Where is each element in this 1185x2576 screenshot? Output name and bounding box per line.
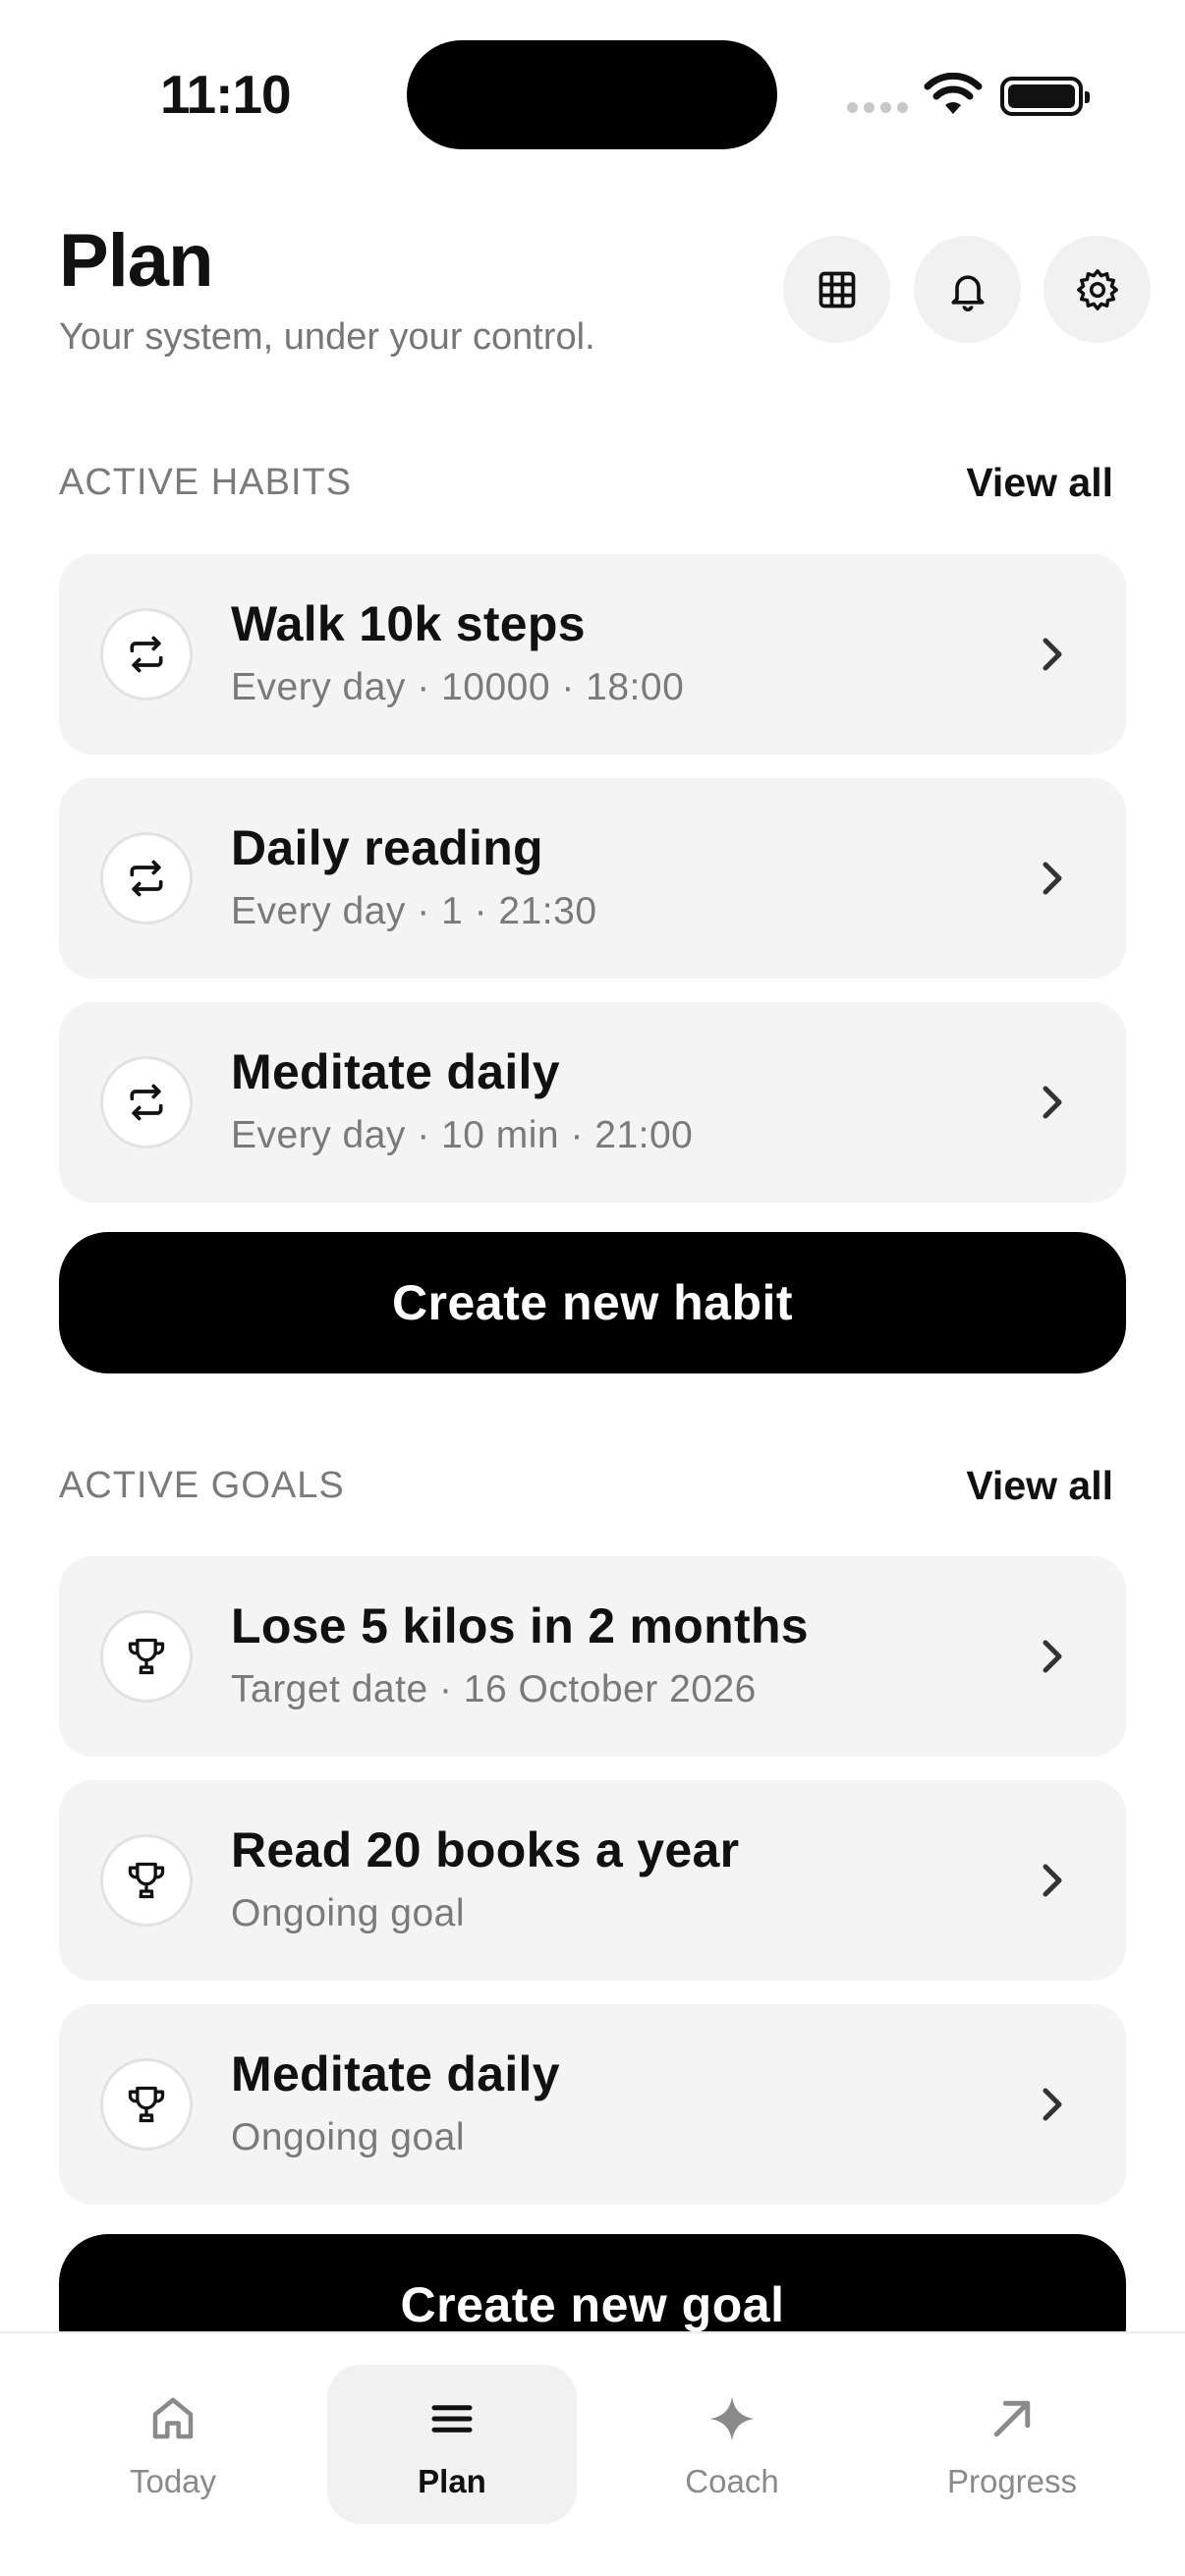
goals-view-all-link[interactable]: View all — [966, 1463, 1113, 1509]
settings-button[interactable] — [1044, 236, 1151, 343]
habit-title: Meditate daily — [231, 1044, 560, 1099]
tab-label: Coach — [685, 2463, 779, 2499]
tab-coach[interactable]: Coach — [607, 2365, 857, 2524]
habit-title: Daily reading — [231, 820, 543, 875]
habit-card[interactable]: Daily reading Every day · 1 · 21:30 — [59, 778, 1126, 979]
wifi-icon — [924, 73, 983, 114]
chevron-right-icon — [1043, 862, 1062, 895]
goal-title: Read 20 books a year — [231, 1822, 740, 1877]
goal-card[interactable]: Read 20 books a year Ongoing goal — [59, 1780, 1126, 1981]
create-habit-button[interactable]: Create new habit — [59, 1232, 1126, 1373]
habit-card[interactable]: Walk 10k steps Every day · 10000 · 18:00 — [59, 554, 1126, 755]
repeat-icon — [100, 832, 193, 924]
tab-label: Today — [129, 2463, 217, 2499]
goals-section-title: ACTIVE GOALS — [59, 1465, 345, 1506]
goal-card[interactable]: Meditate daily Ongoing goal — [59, 2004, 1126, 2205]
habits-section-title: ACTIVE HABITS — [59, 462, 353, 503]
tab-progress[interactable]: Progress — [887, 2365, 1137, 2524]
cellular-signal-icon — [847, 102, 908, 113]
chevron-right-icon — [1043, 2088, 1062, 2121]
habit-schedule: Every day · 10000 · 18:00 — [231, 666, 685, 708]
notifications-button[interactable] — [914, 236, 1021, 343]
goal-detail: Target date · 16 October 2026 — [231, 1668, 757, 1710]
habits-view-all-link[interactable]: View all — [966, 460, 1113, 506]
chevron-right-icon — [1043, 638, 1062, 671]
habit-schedule: Every day · 10 min · 21:00 — [231, 1114, 694, 1156]
chevron-right-icon — [1043, 1640, 1062, 1673]
goal-title: Meditate daily — [231, 2046, 560, 2101]
bell-icon — [951, 274, 984, 311]
plan-screen: 11:10 Plan Your system, under your contr… — [0, 0, 1185, 2576]
battery-icon — [1000, 77, 1090, 116]
home-icon — [152, 2397, 194, 2439]
repeat-icon — [100, 1056, 193, 1148]
tab-plan[interactable]: Plan — [327, 2365, 577, 2524]
chevron-right-icon — [1043, 1086, 1062, 1119]
tab-label: Plan — [418, 2463, 486, 2499]
goal-title: Lose 5 kilos in 2 months — [231, 1598, 809, 1653]
tab-bar: Today Plan Coach Progress — [0, 2331, 1185, 2576]
tab-label: Progress — [946, 2463, 1078, 2499]
menu-icon — [431, 2405, 473, 2433]
page-subtitle: Your system, under your control. — [59, 316, 595, 358]
grid-button[interactable] — [783, 236, 890, 343]
trophy-icon — [100, 1834, 193, 1927]
repeat-icon — [100, 608, 193, 700]
dynamic-island — [407, 40, 777, 149]
grid-icon — [818, 271, 855, 308]
chevron-right-icon — [1043, 1864, 1062, 1897]
gear-icon — [1076, 268, 1118, 310]
habit-schedule: Every day · 1 · 21:30 — [231, 890, 597, 932]
sparkle-icon — [709, 2396, 755, 2441]
trophy-icon — [100, 2058, 193, 2151]
goal-detail: Ongoing goal — [231, 2116, 466, 2158]
trophy-icon — [100, 1610, 193, 1703]
goal-card[interactable]: Lose 5 kilos in 2 months Target date · 1… — [59, 1556, 1126, 1757]
tab-today[interactable]: Today — [48, 2365, 298, 2524]
arrow-up-right-icon — [993, 2400, 1031, 2437]
habit-title: Walk 10k steps — [231, 596, 586, 651]
habit-card[interactable]: Meditate daily Every day · 10 min · 21:0… — [59, 1002, 1126, 1203]
goal-detail: Ongoing goal — [231, 1892, 466, 1934]
page-title: Plan — [59, 219, 213, 303]
status-time: 11:10 — [160, 64, 292, 125]
